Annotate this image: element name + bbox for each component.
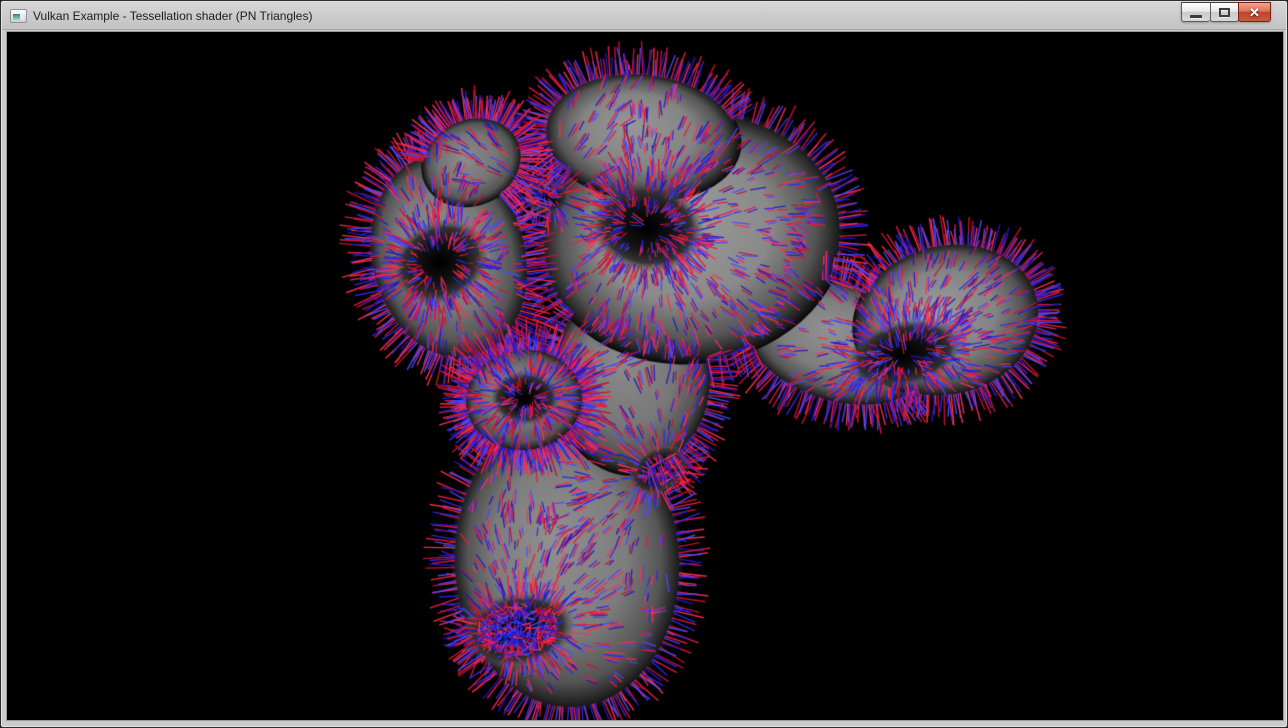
- window-title: Vulkan Example - Tessellation shader (PN…: [33, 9, 312, 23]
- client-area: [6, 31, 1284, 721]
- application-icon-pane: [21, 14, 24, 20]
- maximize-button[interactable]: [1210, 2, 1239, 22]
- app-window: Vulkan Example - Tessellation shader (PN…: [0, 0, 1288, 728]
- minimize-button[interactable]: [1181, 2, 1210, 22]
- title-bar[interactable]: Vulkan Example - Tessellation shader (PN…: [2, 2, 1286, 30]
- close-icon: ✕: [1249, 6, 1260, 19]
- caption-buttons: ✕: [1181, 2, 1271, 22]
- application-icon-pane: [13, 14, 20, 20]
- application-icon: [10, 9, 27, 23]
- minimize-icon: [1190, 15, 1202, 18]
- maximize-icon: [1219, 8, 1230, 17]
- close-button[interactable]: ✕: [1238, 2, 1271, 22]
- render-viewport[interactable]: [7, 32, 1283, 720]
